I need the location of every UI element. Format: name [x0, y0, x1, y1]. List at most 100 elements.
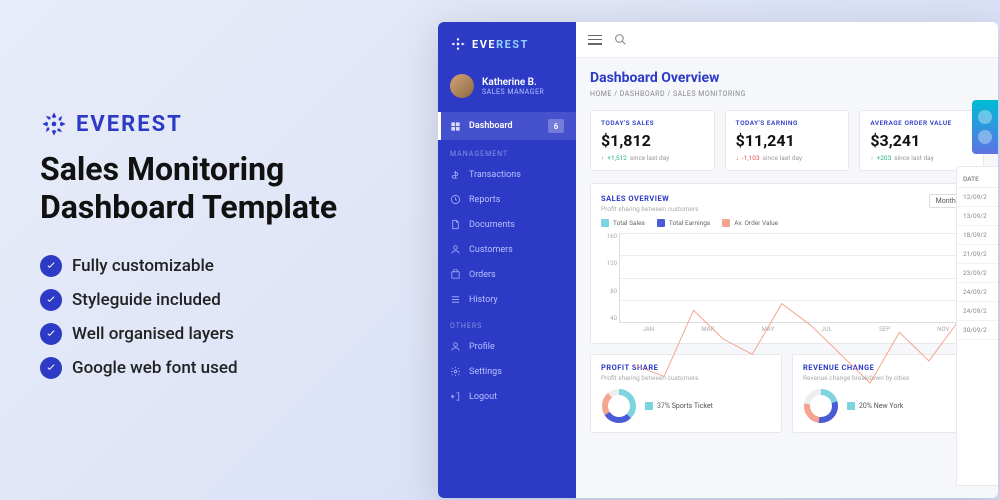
stat-label: AVERAGE ORDER VALUE: [870, 119, 973, 127]
date-row[interactable]: 18/09/2: [957, 226, 998, 245]
user-block[interactable]: Katherine B. SALES MANAGER: [438, 66, 576, 112]
date-row[interactable]: 30/09/2: [957, 321, 998, 340]
sidebar-item-history[interactable]: History: [438, 287, 576, 312]
topbar: [576, 22, 998, 58]
stat-card-sales: TODAY'S SALES $1,812 ↑+1,512since last d…: [590, 110, 715, 171]
legend-swatch: [657, 219, 665, 227]
stat-delta: ↑+203since last day: [870, 154, 973, 162]
promo-title: Sales Monitoring Dashboard Template: [40, 150, 400, 227]
stat-row: TODAY'S SALES $1,812 ↑+1,512since last d…: [590, 110, 984, 171]
stat-label: TODAY'S SALES: [601, 119, 704, 127]
date-row[interactable]: 23/09/2: [957, 264, 998, 283]
breadcrumb: HOME / DASHBOARD / SALES MONITORING: [590, 90, 984, 98]
sidebar-item-settings[interactable]: Settings: [438, 359, 576, 384]
user-icon: [450, 244, 461, 255]
snowflake-icon: [40, 110, 68, 138]
search-icon[interactable]: [614, 33, 627, 46]
chart-subtitle: Profit sharing between customers: [601, 205, 698, 213]
card-subtitle: Profit sharing between customers: [601, 374, 771, 382]
main: Dashboard Overview HOME / DASHBOARD / SA…: [576, 22, 998, 498]
dashboard-icon: [450, 121, 461, 132]
nav-label: Profile: [469, 342, 495, 352]
check-icon: [40, 289, 62, 311]
sales-overview-card: SALES OVERVIEW Profit sharing between cu…: [590, 183, 984, 344]
legend-swatch: [601, 219, 609, 227]
date-row[interactable]: 24/09/2: [957, 302, 998, 321]
bottom-row: PROFIT SHARE Profit sharing between cust…: [590, 354, 984, 433]
stat-delta: ↑+1,512since last day: [601, 154, 704, 162]
nav-label: Orders: [469, 270, 496, 280]
sidebar-item-reports[interactable]: Reports: [438, 187, 576, 212]
date-row[interactable]: 12/09/2: [957, 188, 998, 207]
check-icon: [40, 357, 62, 379]
legend-swatch: [722, 219, 730, 227]
stat-delta: ↓-1,103since last day: [736, 154, 839, 162]
chart-title: SALES OVERVIEW: [601, 194, 698, 203]
nav-label: Transactions: [469, 170, 521, 180]
date-row[interactable]: 24/09/2: [957, 283, 998, 302]
menu-toggle-icon[interactable]: [588, 35, 602, 45]
nav-label: History: [469, 295, 498, 305]
dollar-icon: [450, 169, 461, 180]
donut-chart: [601, 388, 637, 424]
check-icon: [40, 323, 62, 345]
list-icon: [450, 294, 461, 305]
sidebar-logo[interactable]: EVEREST: [438, 22, 576, 66]
logout-icon: [450, 391, 461, 402]
brand-text: EVEREST: [472, 38, 529, 51]
legend-item: Total Sales: [601, 219, 645, 227]
chart-legend: Total Sales Total Earnings Av. Order Val…: [601, 219, 973, 227]
donut-chart: [803, 388, 839, 424]
promo-brand-name: EVEREST: [76, 112, 183, 137]
side-strip: DATE 12/09/213/09/218/09/221/09/223/09/2…: [956, 166, 998, 486]
nav-label: Customers: [469, 245, 513, 255]
donut-label: 37% Sports Ticket: [645, 402, 713, 410]
nav-section-others: OTHERS: [438, 312, 576, 334]
nav-label: Documents: [469, 220, 515, 230]
sidebar: EVEREST Katherine B. SALES MANAGER Dashb…: [438, 22, 576, 498]
sidebar-item-customers[interactable]: Customers: [438, 237, 576, 262]
gear-icon: [450, 366, 461, 377]
stat-value: $11,241: [736, 131, 839, 150]
y-axis: 1601208040: [602, 233, 617, 322]
chart-canvas: 1601208040: [619, 233, 973, 323]
profit-share-card: PROFIT SHARE Profit sharing between cust…: [590, 354, 782, 433]
content: Dashboard Overview HOME / DASHBOARD / SA…: [576, 58, 998, 445]
promo-panel: EVEREST Sales Monitoring Dashboard Templ…: [40, 110, 400, 391]
stat-label: TODAY'S EARNING: [736, 119, 839, 127]
date-row[interactable]: 13/09/2: [957, 207, 998, 226]
profile-icon: [450, 341, 461, 352]
sidebar-item-documents[interactable]: Documents: [438, 212, 576, 237]
nav-badge: 6: [548, 119, 564, 133]
document-icon: [450, 219, 461, 230]
sidebar-item-profile[interactable]: Profile: [438, 334, 576, 359]
chart-icon: [978, 130, 992, 144]
sidebar-item-logout[interactable]: Logout: [438, 384, 576, 409]
feature-item: Well organised layers: [40, 323, 400, 345]
sidebar-item-transactions[interactable]: Transactions: [438, 162, 576, 187]
sidebar-item-orders[interactable]: Orders: [438, 262, 576, 287]
nav-label: Dashboard: [469, 121, 513, 131]
arrow-up-icon: ↑: [601, 154, 604, 162]
feature-item: Google web font used: [40, 357, 400, 379]
avatar: [450, 74, 474, 98]
side-panel-toggle[interactable]: [972, 100, 998, 154]
clock-icon: [450, 194, 461, 205]
legend-item: Total Earnings: [657, 219, 710, 227]
stat-value: $1,812: [601, 131, 704, 150]
stat-card-aov: AVERAGE ORDER VALUE $3,241 ↑+203since la…: [859, 110, 984, 171]
card-title: REVENUE CHANGE: [803, 363, 973, 372]
arrow-up-icon: ↑: [870, 154, 873, 162]
arrow-down-icon: ↓: [736, 154, 739, 162]
date-row[interactable]: 21/09/2: [957, 245, 998, 264]
donut-label: 20% New York: [847, 402, 903, 410]
nav-label: Reports: [469, 195, 500, 205]
check-icon: [40, 255, 62, 277]
user-name: Katherine B.: [482, 77, 544, 88]
stat-value: $3,241: [870, 131, 973, 150]
page-title: Dashboard Overview: [590, 70, 984, 86]
user-role: SALES MANAGER: [482, 88, 544, 96]
card-subtitle: Revenue change breakdown by cities: [803, 374, 973, 382]
sidebar-item-dashboard[interactable]: Dashboard 6: [438, 112, 576, 140]
nav-label: Logout: [469, 392, 497, 402]
